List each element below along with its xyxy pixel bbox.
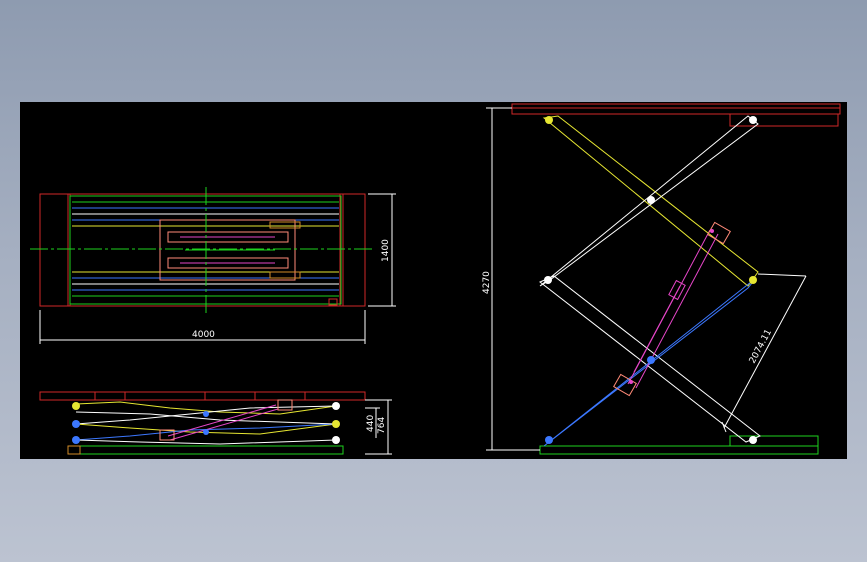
large-pivot [545,436,553,444]
large-top-slider [729,113,839,127]
small-pivot [72,420,80,428]
dim-4000-label: 4000 [192,330,215,340]
large-cylinder-body [635,233,719,389]
plan-end-cap-left [39,193,71,307]
small-cylinder [167,404,277,437]
dim-764-label: 764 [377,417,387,434]
small-top-platform [39,391,366,401]
large-cylinder-collar [668,279,686,301]
dim-1400-label: 1400 [381,239,391,262]
cad-viewport[interactable]: 4000 1400 764 440 4270 2074.11 [20,102,847,459]
small-pivot [332,420,340,428]
small-pivot [332,402,340,410]
large-pin [710,229,714,233]
cad-drawing: 4000 1400 764 440 4270 2074.11 [30,103,841,455]
small-pivot [72,436,80,444]
small-pivot [203,429,209,435]
large-cylinder-head [707,221,731,245]
small-cylinder-head [277,399,293,411]
small-cylinder [169,408,279,441]
large-pin [629,380,633,384]
large-pivot [647,356,655,364]
small-base-frame [67,445,344,455]
large-pivot [545,116,553,124]
large-pivot [749,116,757,124]
large-pivot [749,436,757,444]
side-view-small: 764 440 [39,391,392,455]
large-base-frame [539,445,819,455]
side-view-large: 4270 2074.11 [482,103,841,455]
dim-2074-ext-top [757,273,807,277]
small-pivot [72,402,80,410]
small-pivot [203,411,209,417]
small-arm [75,439,337,445]
large-top-platform [511,103,841,115]
small-base-end [67,445,81,455]
plan-view: 4000 1400 [30,187,396,344]
large-base-slider [729,435,819,447]
plan-end-cap-right [339,193,366,307]
large-pivot [749,276,757,284]
large-pivot [544,276,552,284]
dim-440-label: 440 [366,415,376,432]
dim-4270-label: 4270 [482,271,492,294]
small-pivot [332,436,340,444]
large-pivot [647,196,655,204]
dim-2074-line [723,275,807,429]
